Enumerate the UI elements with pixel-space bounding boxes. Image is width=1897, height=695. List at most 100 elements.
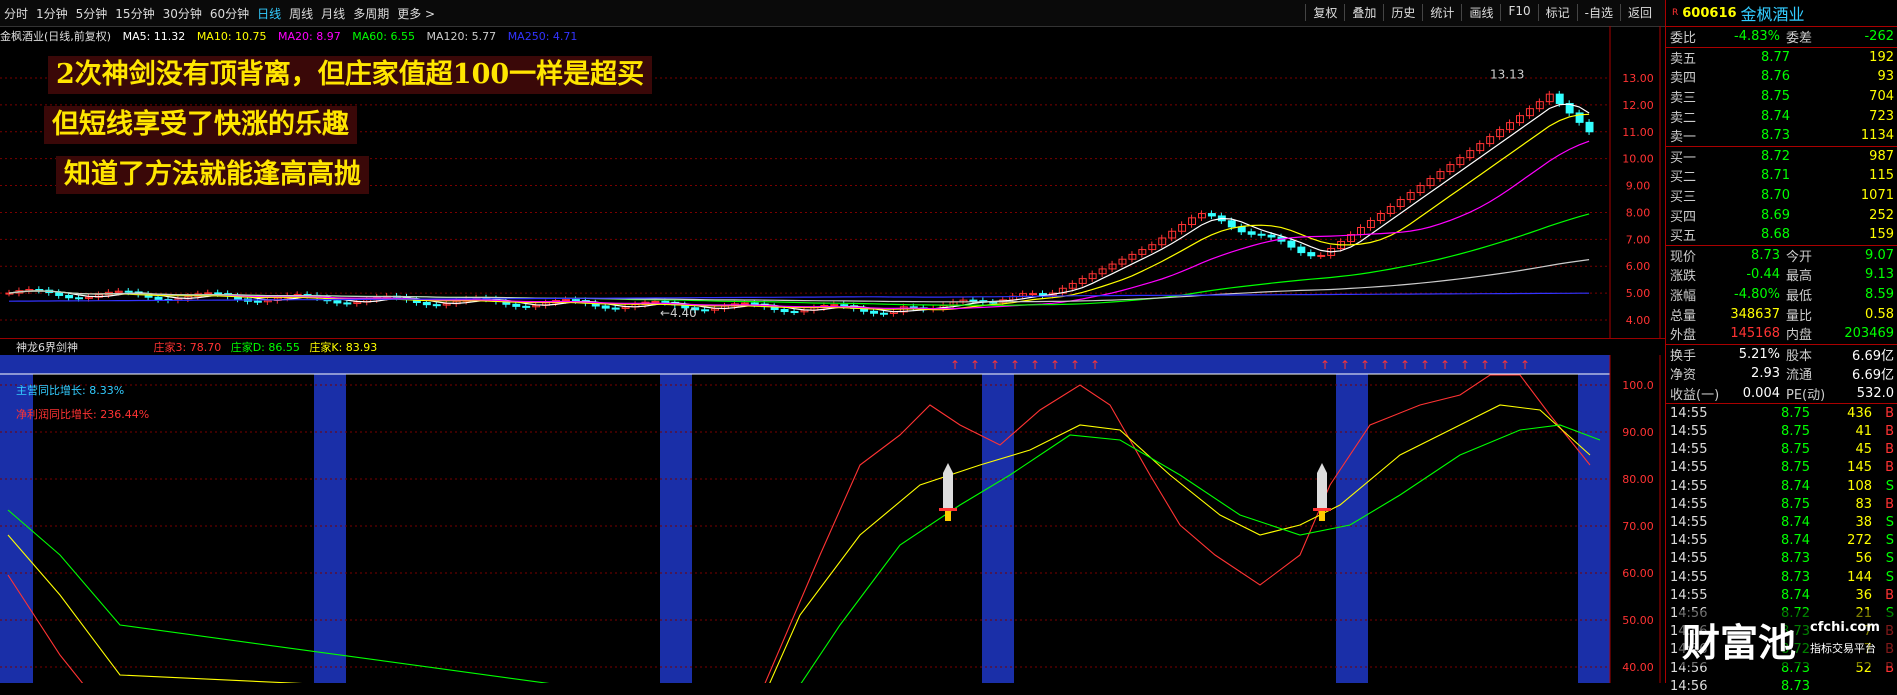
indicator-axis-label: 80.00: [1622, 473, 1654, 486]
candle-body: [651, 300, 660, 303]
price-axis-label: 10.00: [1622, 153, 1654, 166]
tick-row: 14:55 8.74 108 S: [1666, 477, 1897, 495]
buy-arrow-icon: ↑: [1400, 358, 1410, 372]
period-tab[interactable]: 周线: [289, 5, 313, 22]
profit-growth-label: 净利润同比增长: 236.44%: [16, 407, 149, 421]
bid-label: 买三: [1670, 190, 1697, 206]
period-tab[interactable]: 15分钟: [115, 5, 154, 22]
tick-row: 14:55 8.73 144 S: [1666, 568, 1897, 586]
tick-side: B: [1885, 460, 1894, 476]
candle-body: [333, 300, 342, 304]
bid-price: 8.69: [1761, 207, 1790, 223]
candle-body: [880, 312, 888, 315]
quote-row: 外盘 145168 内盘 203469: [1666, 324, 1897, 344]
indicator-axis-label: 50.00: [1622, 614, 1654, 627]
bid-volume: 1071: [1860, 188, 1894, 204]
tick-side: S: [1885, 515, 1894, 530]
tick-row: 14:55 8.75 436 B: [1666, 404, 1897, 422]
candle-body: [343, 302, 352, 305]
candle-body: [1555, 93, 1564, 105]
tick-volume: 144: [1847, 569, 1872, 585]
ask-volume: 192: [1869, 49, 1894, 65]
ask-book: 卖五 8.77 192 卖四 8.76 93 卖三 8.75 704 卖二 8.74 723 卖一 8.7…: [1666, 48, 1897, 147]
tick-price: 8.75: [1781, 405, 1810, 421]
toolbar-button[interactable]: 标记: [1537, 4, 1577, 21]
signal-zone: [1336, 374, 1368, 695]
tick-price: 8.74: [1781, 478, 1810, 494]
quote-row: 净资 2.93 流通 6.69亿: [1666, 364, 1897, 384]
stat-label2: 今开: [1786, 249, 1813, 265]
period-tab[interactable]: 更多 >: [397, 5, 435, 22]
period-tab[interactable]: 60分钟: [210, 5, 249, 22]
logo-text: 财富池: [1682, 621, 1797, 665]
ask-price: 8.76: [1761, 69, 1790, 85]
toolbar-button[interactable]: 画线: [1461, 4, 1500, 21]
stat-label: 涨幅: [1670, 289, 1697, 305]
bid-volume: 987: [1869, 148, 1894, 164]
stock-title: R 600616 金枫酒业: [1666, 0, 1897, 27]
ask-label: 卖一: [1670, 130, 1697, 146]
signal-zone: [982, 374, 1014, 695]
quote-panel: R 600616 金枫酒业 委比 -4.83% 委差 -262 卖五 8.77 19…: [1665, 0, 1897, 694]
candle-body: [840, 304, 849, 307]
stat2-value2: 6.69亿: [1852, 368, 1894, 384]
candle-body: [780, 309, 789, 313]
toolbar-button[interactable]: 复权: [1305, 4, 1344, 21]
buy-arrow-icon: ↑: [1340, 358, 1350, 372]
candle-body: [512, 303, 521, 307]
toolbar-button[interactable]: F10: [1500, 4, 1537, 21]
tick-volume: 272: [1847, 533, 1872, 549]
stat-value: -0.44: [1746, 267, 1780, 283]
period-tab[interactable]: 多周期: [353, 5, 389, 22]
ma5-label: MA5: 11.32: [122, 30, 186, 43]
bid-price: 8.71: [1761, 168, 1790, 184]
bid-volume: 115: [1869, 168, 1894, 184]
tick-time: 14:55: [1670, 424, 1708, 440]
tick-row: 14:55 8.74 36 B: [1666, 586, 1897, 604]
stat-value2: 9.07: [1865, 247, 1894, 263]
bid-volume: 159: [1869, 227, 1894, 243]
buy-arrow-icon: ↑: [990, 358, 1000, 372]
candle-body: [1267, 234, 1276, 238]
indicator-chart[interactable]: ↑ ↑ ↑ ↑ ↑ ↑ ↑ ↑ ↑ ↑ ↑ ↑ ↑ ↑ ↑ ↑ ↑ ↑ ↑ 100.0 90.00 80.00 70.00 6…: [0, 355, 1665, 695]
buy-arrow-icon: ↑: [1320, 358, 1330, 372]
period-tab[interactable]: 日线: [257, 5, 281, 22]
toolbar-button[interactable]: -自选: [1576, 4, 1620, 21]
ma60-line: [8, 213, 1590, 306]
buy-arrow-icon: ↑: [1500, 358, 1510, 372]
toolbar-button[interactable]: 返回: [1619, 4, 1659, 21]
price-axis-label: 4.00: [1626, 314, 1651, 327]
bid-row: 买三 8.70 1071: [1666, 186, 1897, 206]
buy-arrow-icon: ↑: [1460, 358, 1470, 372]
tick-time: 14:55: [1670, 442, 1708, 458]
candle-body: [969, 299, 978, 302]
high-price-label: 13.13: [1490, 68, 1524, 82]
period-tab[interactable]: 月线: [321, 5, 345, 22]
period-tabs: 分时 1分钟 5分钟 15分钟 30分钟 60分钟 日线 周线 月线 多周期 更多 >: [4, 5, 435, 22]
toolbar-button[interactable]: 历史: [1383, 4, 1422, 21]
indicator-canvas[interactable]: ↑ ↑ ↑ ↑ ↑ ↑ ↑ ↑ ↑ ↑ ↑ ↑ ↑ ↑ ↑ ↑ ↑ ↑ ↑ 100.0 90.00 80.00 70.00 6…: [0, 355, 1665, 695]
ma10-label: MA10: 10.75: [196, 30, 267, 43]
period-tab[interactable]: 分时: [4, 5, 28, 22]
stat2-label2: 股本: [1786, 348, 1813, 364]
candle-body: [522, 305, 531, 308]
candle-body: [870, 310, 878, 314]
tick-price: 8.75: [1781, 496, 1810, 512]
period-tab[interactable]: 5分钟: [76, 5, 108, 22]
ask-label: 卖五: [1670, 51, 1697, 67]
stat-value: -4.80%: [1734, 287, 1780, 303]
period-tab[interactable]: 1分钟: [36, 5, 68, 22]
tick-price: 8.73: [1781, 678, 1810, 694]
stat-label2: 最高: [1786, 269, 1813, 285]
ask-price: 8.77: [1761, 49, 1790, 65]
kline-header: 金枫酒业(日线,前复权) MA5: 11.32 MA10: 10.75 MA20…: [0, 28, 1610, 46]
price-axis-label: 7.00: [1626, 233, 1651, 246]
toolbar-button[interactable]: 叠加: [1344, 4, 1383, 21]
ma250-label: MA250: 4.71: [507, 30, 578, 43]
tick-time: 14:55: [1670, 587, 1708, 603]
period-tab[interactable]: 30分钟: [163, 5, 202, 22]
stat-value2: 203469: [1844, 326, 1894, 342]
bid-volume: 252: [1869, 207, 1894, 223]
stat2-label2: PE(动): [1786, 387, 1826, 403]
toolbar-button[interactable]: 统计: [1422, 4, 1461, 21]
